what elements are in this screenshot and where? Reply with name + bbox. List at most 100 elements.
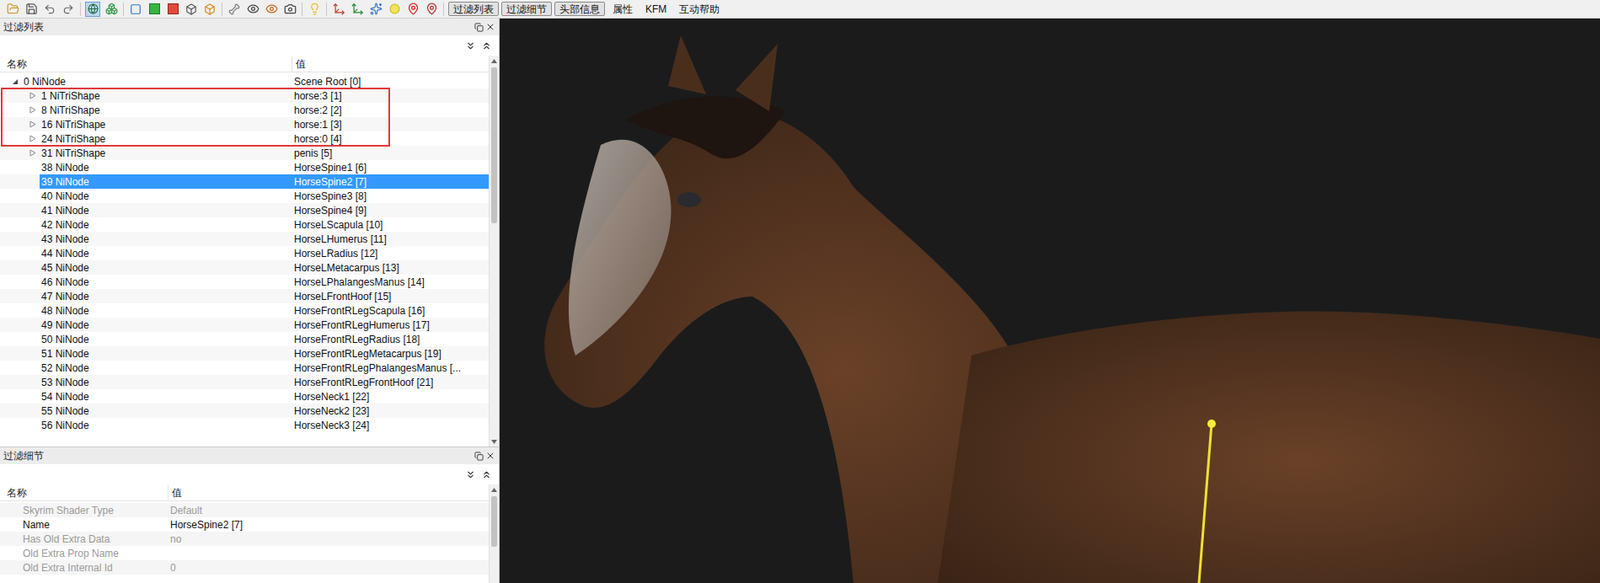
view-green-icon[interactable]: [144, 0, 164, 18]
node-value: HorseLHumerus [11]: [292, 231, 489, 247]
tree-row[interactable]: 0 NiNodeScene Root [0]: [0, 74, 489, 89]
toolbar-text-button[interactable]: 头部信息: [554, 1, 605, 17]
tree-row[interactable]: 24 NiTriShapehorse:0 [4]: [0, 131, 489, 146]
axes-icon[interactable]: [329, 0, 348, 18]
nodes-icon[interactable]: [101, 0, 121, 18]
hide-marker-icon[interactable]: [422, 0, 441, 18]
details-header: 名称值: [0, 484, 489, 502]
tree-row[interactable]: 48 NiNodeHorseFrontRLegScapula [16]: [0, 303, 489, 318]
panel-title: 过滤列表: [3, 19, 44, 35]
tree-row[interactable]: 54 NiNodeHorseNeck1 [22]: [0, 389, 489, 404]
toolbar-text-button[interactable]: 过滤列表: [448, 1, 499, 17]
render-viewport[interactable]: [499, 18, 1600, 583]
tree-row[interactable]: 56 NiNodeHorseNeck3 [24]: [0, 417, 489, 433]
tree-row[interactable]: 31 NiTriShapepenis [5]: [0, 145, 489, 161]
collapsed-arrow-icon[interactable]: [29, 120, 37, 129]
annotation-box: [0, 87, 391, 147]
eye-alt-icon[interactable]: [262, 0, 281, 18]
toolbar-text-button[interactable]: 属性: [607, 1, 638, 17]
scroll-up-icon[interactable]: [491, 487, 498, 493]
screenshot-icon[interactable]: [280, 0, 300, 18]
tree-row[interactable]: 43 NiNodeHorseLHumerus [11]: [0, 231, 489, 247]
node-value: horse:0 [4]: [292, 131, 489, 146]
collapsed-arrow-icon[interactable]: [29, 149, 37, 157]
tree-row[interactable]: 42 NiNodeHorseLScapula [10]: [0, 217, 489, 232]
node-value: HorseSpine2 [7]: [292, 174, 489, 189]
toolbar-text-button[interactable]: 互动帮助: [674, 1, 725, 17]
collapsed-arrow-icon[interactable]: [29, 106, 37, 114]
node-name: 38 NiNode: [39, 160, 90, 175]
open-icon[interactable]: [3, 0, 22, 18]
node-name: 51 NiNode: [39, 346, 90, 361]
light-icon[interactable]: [305, 0, 324, 18]
detail-row[interactable]: Old Extra Internal Id0: [0, 560, 489, 575]
tree-row[interactable]: 51 NiNodeHorseFrontRLegMetacarpus [19]: [0, 346, 489, 361]
tree-row[interactable]: 47 NiNodeHorseLFrontHoof [15]: [0, 288, 489, 304]
expand-all-icon[interactable]: [465, 469, 477, 481]
tree-row[interactable]: 49 NiNodeHorseFrontRLegHumerus [17]: [0, 317, 489, 332]
tree-row[interactable]: 45 NiNodeHorseLMetacarpus [13]: [0, 260, 489, 275]
view-side-icon[interactable]: [181, 0, 201, 18]
expand-collapse-bar: [0, 35, 499, 56]
column-header[interactable]: 名称: [0, 56, 293, 72]
redo-icon[interactable]: [58, 0, 78, 18]
detail-row[interactable]: NameHorseSpine2 [7]: [0, 517, 489, 532]
save-icon[interactable]: [21, 0, 41, 18]
scroll-down-icon[interactable]: [491, 439, 498, 445]
toolbar-text-button[interactable]: 过滤细节: [501, 1, 552, 17]
view-red-icon[interactable]: [163, 0, 182, 18]
undo-icon[interactable]: [40, 0, 59, 18]
detail-row[interactable]: Old Extra Prop Name: [0, 545, 489, 561]
detail-name: Old Extra Internal Id: [0, 560, 169, 576]
close-icon[interactable]: [485, 21, 496, 33]
toolbar-text-button[interactable]: KFM: [640, 1, 672, 17]
bone-icon[interactable]: [224, 0, 244, 18]
transform-icon[interactable]: [347, 0, 367, 18]
tree-row[interactable]: 8 NiTriShapehorse:2 [2]: [0, 102, 489, 118]
list-scrollbar[interactable]: [488, 55, 499, 447]
float-icon[interactable]: [474, 451, 484, 461]
collapsed-arrow-icon[interactable]: [29, 91, 37, 100]
detail-row[interactable]: Has Old Extra Datano: [0, 531, 489, 546]
close-icon[interactable]: [485, 450, 496, 461]
tree-row[interactable]: 55 NiNodeHorseNeck2 [23]: [0, 403, 489, 418]
toolbar-separator: [123, 2, 124, 17]
tree-row[interactable]: 53 NiNodeHorseFrontRLegFrontHoof [21]: [0, 374, 489, 390]
tree-row[interactable]: 39 NiNodeHorseSpine2 [7]: [0, 174, 489, 189]
node-value: HorseSpine1 [6]: [292, 160, 489, 175]
eye-icon[interactable]: [243, 0, 263, 18]
details-scrollbar[interactable]: [488, 484, 499, 583]
node-value: horse:2 [2]: [292, 102, 489, 118]
tree-row[interactable]: 38 NiNode HorseSpine1 [6]: [0, 160, 489, 175]
tree-row[interactable]: 1 NiTriShapehorse:3 [1]: [0, 88, 489, 103]
tree-row[interactable]: 52 NiNodeHorseFrontRLegPhalangesManus [.…: [0, 360, 489, 375]
collapse-all-icon[interactable]: [481, 40, 493, 52]
node-name: 56 NiNode: [39, 417, 90, 433]
column-header[interactable]: 值: [292, 56, 489, 72]
tree-row[interactable]: 40 NiNodeHorseSpine3 [8]: [0, 188, 489, 204]
expanded-arrow-icon[interactable]: [11, 78, 19, 86]
scroll-up-icon[interactable]: [491, 58, 498, 64]
horse-model-render: [499, 18, 1600, 583]
tree-row[interactable]: 46 NiNodeHorseLPhalangesManus [14]: [0, 274, 489, 289]
node-name: 31 NiTriShape: [39, 145, 106, 161]
graph-icon[interactable]: [366, 0, 386, 18]
view-user-icon[interactable]: [200, 0, 220, 18]
column-header[interactable]: 名称: [0, 485, 169, 501]
globe-icon[interactable]: [83, 0, 102, 18]
float-icon[interactable]: [474, 22, 484, 33]
marker-icon[interactable]: [403, 0, 423, 18]
expand-all-icon[interactable]: [465, 40, 477, 52]
tree-row[interactable]: 41 NiNodeHorseSpine4 [9]: [0, 203, 489, 218]
collapse-all-icon[interactable]: [481, 469, 493, 481]
dot-icon[interactable]: [385, 0, 404, 18]
column-header[interactable]: 值: [168, 485, 489, 501]
detail-row[interactable]: Skyrim Shader TypeDefault: [0, 503, 489, 518]
scrollbar-thumb[interactable]: [491, 67, 498, 224]
tree-row[interactable]: 50 NiNodeHorseFrontRLegRadius [18]: [0, 331, 489, 347]
tree-row[interactable]: 44 NiNodeHorseLRadius [12]: [0, 246, 489, 261]
tree-row[interactable]: 16 NiTriShapehorse:1 [3]: [0, 117, 489, 132]
node-name: 44 NiNode: [39, 246, 90, 261]
collapsed-arrow-icon[interactable]: [29, 134, 37, 143]
view-front-icon[interactable]: [126, 0, 145, 18]
